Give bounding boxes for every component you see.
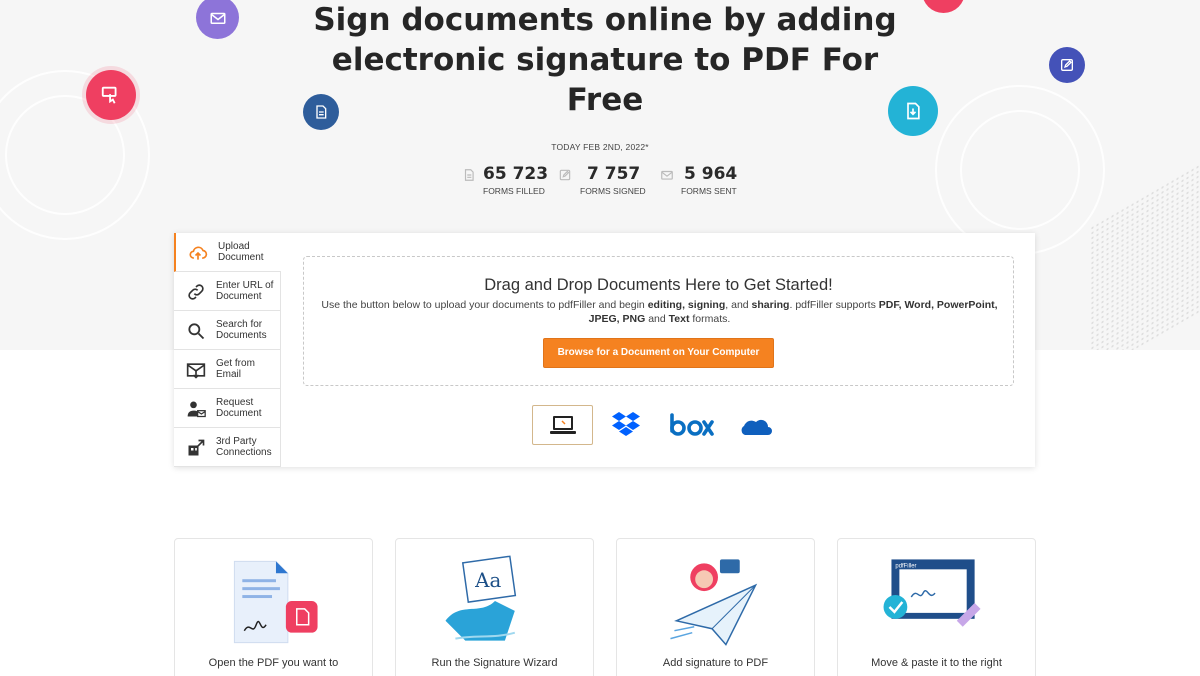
user-request-icon <box>187 401 206 418</box>
envelope-icon <box>661 170 673 180</box>
drop-zone-description: Use the button below to upload your docu… <box>318 298 1001 326</box>
provider-box[interactable] <box>662 405 722 445</box>
page-title: Sign documents online by adding electron… <box>313 2 897 118</box>
desc-text: and <box>648 313 666 325</box>
add-signature-illustration-icon <box>670 559 758 646</box>
desc-bold-text: Text <box>668 313 690 325</box>
stat-label: FORMS SIGNED <box>580 186 646 196</box>
step-card-text: Move & paste it to the right <box>871 657 1002 669</box>
open-pdf-illustration-icon <box>233 560 318 644</box>
edit-float-icon <box>1049 47 1085 83</box>
browse-button[interactable]: Browse for a Document on Your Computer <box>543 338 774 368</box>
drop-zone-title: Drag and Drop Documents Here to Get Star… <box>484 276 833 294</box>
desc-text: formats. <box>692 313 731 325</box>
provider-laptop[interactable] <box>532 405 593 445</box>
drop-zone[interactable]: Drag and Drop Documents Here to Get Star… <box>303 256 1014 386</box>
touch-float-icon <box>86 70 136 120</box>
step-card-move-paste: pdfFiller Move & paste it to the right <box>837 538 1036 676</box>
step-card-text: Add signature to PDF <box>662 657 769 669</box>
tab-enter-url[interactable]: Enter URL of Document <box>174 272 281 311</box>
provider-onedrive[interactable] <box>732 405 776 445</box>
stat-label: FORMS SENT <box>681 186 737 196</box>
decorative-dots <box>1090 163 1200 350</box>
move-paste-illustration-icon: pdfFiller <box>883 559 981 627</box>
tab-label: Upload Document <box>218 241 264 263</box>
tab-get-from-email[interactable]: Get from Email <box>174 350 281 389</box>
link-icon <box>188 284 204 300</box>
desc-bold-editing: editing, signing <box>647 299 726 311</box>
dropbox-icon <box>612 412 640 436</box>
step-card-text: Run the Signature Wizard <box>431 657 558 669</box>
provider-dropbox[interactable] <box>605 405 647 445</box>
email-download-icon <box>186 363 206 379</box>
upload-panel: Upload Document Enter URL of Document Se… <box>174 233 1035 467</box>
cloud-upload-icon <box>189 246 208 260</box>
tab-label: Get from Email <box>216 358 255 380</box>
desc-text: . pdfFiller supports <box>789 299 876 311</box>
svg-text:pdfFiller: pdfFiller <box>895 563 916 569</box>
step-card-add-signature: Add signature to PDF <box>616 538 815 676</box>
edit-icon <box>559 169 571 181</box>
stat-value: 65 723 <box>483 164 549 184</box>
stat-label: FORMS FILLED <box>483 186 545 196</box>
svg-text:Aa: Aa <box>474 569 501 592</box>
box-logo-icon <box>670 413 714 436</box>
step-card-open-pdf: Open the PDF you want to <box>174 538 373 676</box>
search-icon <box>188 323 205 340</box>
onedrive-icon <box>741 419 772 435</box>
tab-label: 3rd Party Connections <box>216 436 272 458</box>
tab-label: Enter URL of Document <box>216 280 274 302</box>
stats-bar: 65 723 FORMS FILLED 7 757 FORMS SIGNED 5… <box>460 164 750 200</box>
tab-3rd-party[interactable]: 3rd Party Connections <box>174 428 281 467</box>
tab-search-documents[interactable]: Search for Documents <box>174 311 281 350</box>
signature-wizard-illustration-icon: Aa <box>445 555 517 641</box>
desc-bold-sharing: sharing <box>751 299 790 311</box>
stat-value: 7 757 <box>587 164 641 184</box>
desc-text: , and <box>725 299 749 311</box>
tab-label: Search for Documents <box>216 319 267 341</box>
laptop-icon <box>549 416 576 434</box>
tab-request-document[interactable]: Request Document <box>174 389 281 428</box>
document-icon <box>464 169 474 181</box>
step-card-signature-wizard: Aa Run the Signature Wizard <box>395 538 594 676</box>
today-date: TODAY FEB 2ND, 2022* <box>551 142 649 152</box>
stat-value: 5 964 <box>684 164 738 184</box>
tab-label: Request Document <box>216 397 262 419</box>
decorative-swirl <box>960 110 1080 230</box>
desc-text: Use the button below to upload your docu… <box>321 299 645 311</box>
step-card-text: Open the PDF you want to <box>208 657 339 669</box>
connections-icon <box>188 439 205 456</box>
tab-upload-document[interactable]: Upload Document <box>174 233 281 272</box>
